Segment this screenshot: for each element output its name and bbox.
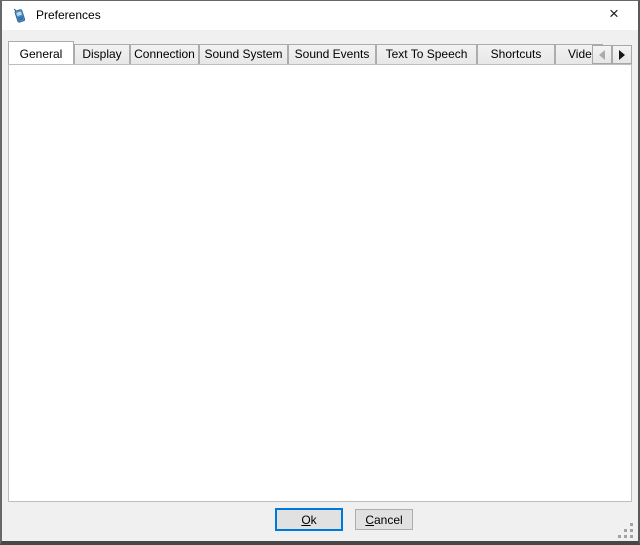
cancel-button[interactable]: Cancel <box>355 509 413 530</box>
tab-general[interactable]: General <box>8 41 74 64</box>
tab-connection[interactable]: Connection <box>130 44 199 64</box>
general-tab-page <box>8 64 632 502</box>
window-title: Preferences <box>36 0 101 30</box>
tab-display[interactable]: Display <box>74 44 130 64</box>
chevron-left-icon <box>599 50 605 60</box>
chevron-right-icon <box>619 50 625 60</box>
tab-scroll-left-button[interactable] <box>592 45 612 64</box>
titlebar: Preferences × <box>0 0 640 30</box>
tab-sound-events[interactable]: Sound Events <box>288 44 376 64</box>
ok-button[interactable]: Ok <box>275 508 343 531</box>
resize-grip[interactable] <box>618 523 634 539</box>
tab-shortcuts[interactable]: Shortcuts <box>477 44 555 64</box>
close-icon[interactable]: × <box>592 0 636 30</box>
preferences-dialog: Preferences × General Display Connection… <box>0 0 640 545</box>
tab-text-to-speech[interactable]: Text To Speech <box>376 44 477 64</box>
teamtalk-app-icon <box>11 7 28 24</box>
tab-sound-system[interactable]: Sound System <box>199 44 288 64</box>
tab-scroll-right-button[interactable] <box>612 45 632 64</box>
